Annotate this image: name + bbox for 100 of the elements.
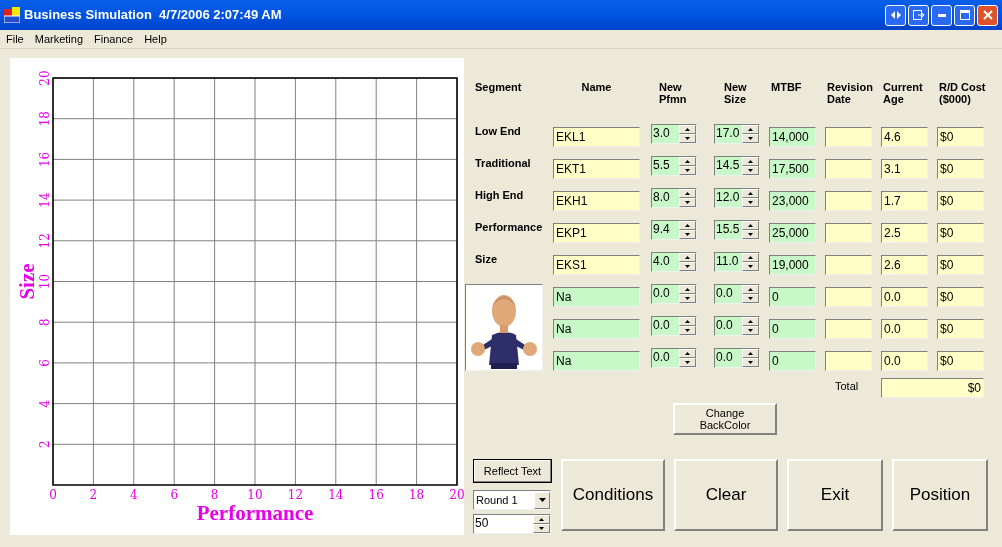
mtbf-field[interactable]: 17,500: [769, 159, 816, 179]
revision-date-field[interactable]: [825, 127, 872, 147]
rd-cost-field[interactable]: $0: [937, 255, 984, 275]
spin-up-button[interactable]: [742, 221, 759, 230]
spin-up-button[interactable]: [679, 253, 696, 262]
rd-cost-field[interactable]: $0: [937, 223, 984, 243]
mtbf-field[interactable]: 23,000: [769, 191, 816, 211]
name-field[interactable]: EKS1: [553, 255, 640, 275]
spin-field[interactable]: 15.5: [714, 220, 760, 240]
dropdown-button[interactable]: [534, 491, 550, 509]
spin-down-button[interactable]: [679, 326, 696, 335]
name-field[interactable]: Na: [553, 319, 640, 339]
mtbf-field[interactable]: 25,000: [769, 223, 816, 243]
revision-date-field[interactable]: [825, 159, 872, 179]
total-field[interactable]: $0: [881, 378, 984, 398]
spin-down-button[interactable]: [742, 294, 759, 303]
spin-field[interactable]: 0.0: [714, 348, 760, 368]
spin-up-button[interactable]: [679, 221, 696, 230]
spin-down-button[interactable]: [679, 134, 696, 143]
spin-field[interactable]: 4.0: [651, 252, 697, 272]
current-age-field[interactable]: 0.0: [881, 287, 928, 307]
rd-cost-field[interactable]: $0: [937, 127, 984, 147]
rd-cost-field[interactable]: $0: [937, 191, 984, 211]
current-age-field[interactable]: 0.0: [881, 319, 928, 339]
action-button[interactable]: Clear: [674, 459, 778, 531]
mtbf-field[interactable]: 19,000: [769, 255, 816, 275]
spin-down-button[interactable]: [679, 166, 696, 175]
spin-down-button[interactable]: [742, 134, 759, 143]
spin-field[interactable]: 3.0: [651, 124, 697, 144]
name-field[interactable]: Na: [553, 351, 640, 371]
resize-button[interactable]: [885, 4, 906, 26]
spin-field[interactable]: 50: [473, 514, 551, 534]
revision-date-field[interactable]: [825, 351, 872, 371]
spin-down-button[interactable]: [679, 294, 696, 303]
spin-up-button[interactable]: [742, 189, 759, 198]
name-field[interactable]: Na: [553, 287, 640, 307]
menu-item[interactable]: File: [6, 30, 24, 48]
current-age-field[interactable]: 2.6: [881, 255, 928, 275]
rd-cost-field[interactable]: $0: [937, 319, 984, 339]
spin-field[interactable]: 14.5: [714, 156, 760, 176]
spin-down-button[interactable]: [742, 230, 759, 239]
spin-down-button[interactable]: [742, 262, 759, 271]
name-field[interactable]: EKP1: [553, 223, 640, 243]
revision-date-field[interactable]: [825, 287, 872, 307]
spin-field[interactable]: 0.0: [651, 316, 697, 336]
current-age-field[interactable]: 1.7: [881, 191, 928, 211]
restore-button[interactable]: [908, 4, 929, 26]
spin-up-button[interactable]: [742, 317, 759, 326]
spin-field[interactable]: 0.0: [651, 348, 697, 368]
spin-up-button[interactable]: [742, 285, 759, 294]
revision-date-field[interactable]: [825, 319, 872, 339]
reflect-text-button[interactable]: Reflect Text: [473, 459, 552, 483]
revision-date-field[interactable]: [825, 255, 872, 275]
round-dropdown[interactable]: Round 1: [473, 490, 551, 510]
maximize-button[interactable]: [954, 4, 975, 26]
spin-down-button[interactable]: [742, 198, 759, 207]
menu-item[interactable]: Marketing: [34, 30, 84, 48]
spin-field[interactable]: 9.4: [651, 220, 697, 240]
minimize-button[interactable]: [931, 4, 952, 26]
action-button[interactable]: Position: [892, 459, 988, 531]
name-field[interactable]: EKL1: [553, 127, 640, 147]
mtbf-field[interactable]: 0: [769, 351, 816, 371]
spin-field[interactable]: 0.0: [714, 316, 760, 336]
spin-field[interactable]: 0.0: [714, 284, 760, 304]
mtbf-field[interactable]: 0: [769, 319, 816, 339]
revision-date-field[interactable]: [825, 223, 872, 243]
spin-down-button[interactable]: [533, 524, 550, 533]
mtbf-field[interactable]: 14,000: [769, 127, 816, 147]
spin-down-button[interactable]: [742, 358, 759, 367]
name-field[interactable]: EKT1: [553, 159, 640, 179]
spin-up-button[interactable]: [679, 157, 696, 166]
spin-field[interactable]: 5.5: [651, 156, 697, 176]
spin-up-button[interactable]: [679, 285, 696, 294]
menu-item[interactable]: Finance: [94, 30, 134, 48]
spin-down-button[interactable]: [679, 198, 696, 207]
spin-down-button[interactable]: [679, 358, 696, 367]
action-button[interactable]: Exit: [787, 459, 883, 531]
spin-down-button[interactable]: [742, 326, 759, 335]
spin-down-button[interactable]: [679, 262, 696, 271]
rd-cost-field[interactable]: $0: [937, 159, 984, 179]
spin-field[interactable]: 11.0: [714, 252, 760, 272]
close-button[interactable]: [977, 4, 998, 26]
spin-field[interactable]: 0.0: [651, 284, 697, 304]
current-age-field[interactable]: 3.1: [881, 159, 928, 179]
spin-down-button[interactable]: [742, 166, 759, 175]
spin-up-button[interactable]: [533, 515, 550, 524]
name-field[interactable]: EKH1: [553, 191, 640, 211]
current-age-field[interactable]: 2.5: [881, 223, 928, 243]
change-backcolor-button[interactable]: Change BackColor: [673, 403, 777, 435]
spin-up-button[interactable]: [742, 253, 759, 262]
spin-up-button[interactable]: [742, 349, 759, 358]
spin-up-button[interactable]: [679, 349, 696, 358]
spin-up-button[interactable]: [679, 125, 696, 134]
mtbf-field[interactable]: 0: [769, 287, 816, 307]
spin-field[interactable]: 8.0: [651, 188, 697, 208]
spin-up-button[interactable]: [742, 157, 759, 166]
current-age-field[interactable]: 0.0: [881, 351, 928, 371]
spin-up-button[interactable]: [679, 189, 696, 198]
current-age-field[interactable]: 4.6: [881, 127, 928, 147]
spin-up-button[interactable]: [679, 317, 696, 326]
